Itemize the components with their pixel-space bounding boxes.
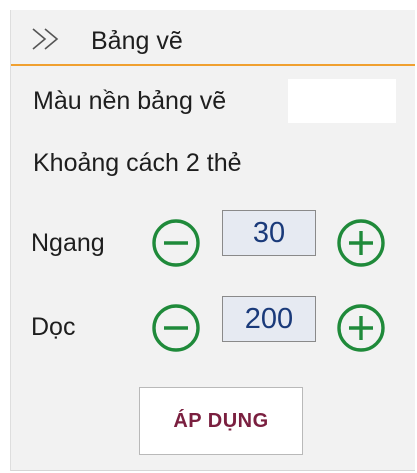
- horizontal-label: Ngang: [31, 229, 105, 257]
- horizontal-increase-button[interactable]: [336, 218, 386, 268]
- double-chevron-right-icon[interactable]: [29, 26, 69, 52]
- drawing-board-panel: Bảng vẽ Màu nền bảng vẽ Khoảng cách 2 th…: [10, 10, 415, 471]
- background-color-label: Màu nền bảng vẽ: [33, 87, 227, 115]
- vertical-value-input[interactable]: 200: [222, 296, 316, 342]
- vertical-increase-button[interactable]: [336, 303, 386, 353]
- vertical-label: Dọc: [31, 313, 76, 341]
- spacing-label: Khoảng cách 2 thẻ: [33, 149, 242, 177]
- apply-button[interactable]: ÁP DỤNG: [139, 387, 303, 455]
- vertical-decrease-button[interactable]: [151, 303, 201, 353]
- background-color-swatch[interactable]: [288, 79, 396, 123]
- panel-title: Bảng vẽ: [91, 27, 183, 55]
- horizontal-value-input[interactable]: 30: [222, 210, 316, 256]
- panel-header[interactable]: Bảng vẽ: [11, 10, 415, 66]
- horizontal-decrease-button[interactable]: [151, 218, 201, 268]
